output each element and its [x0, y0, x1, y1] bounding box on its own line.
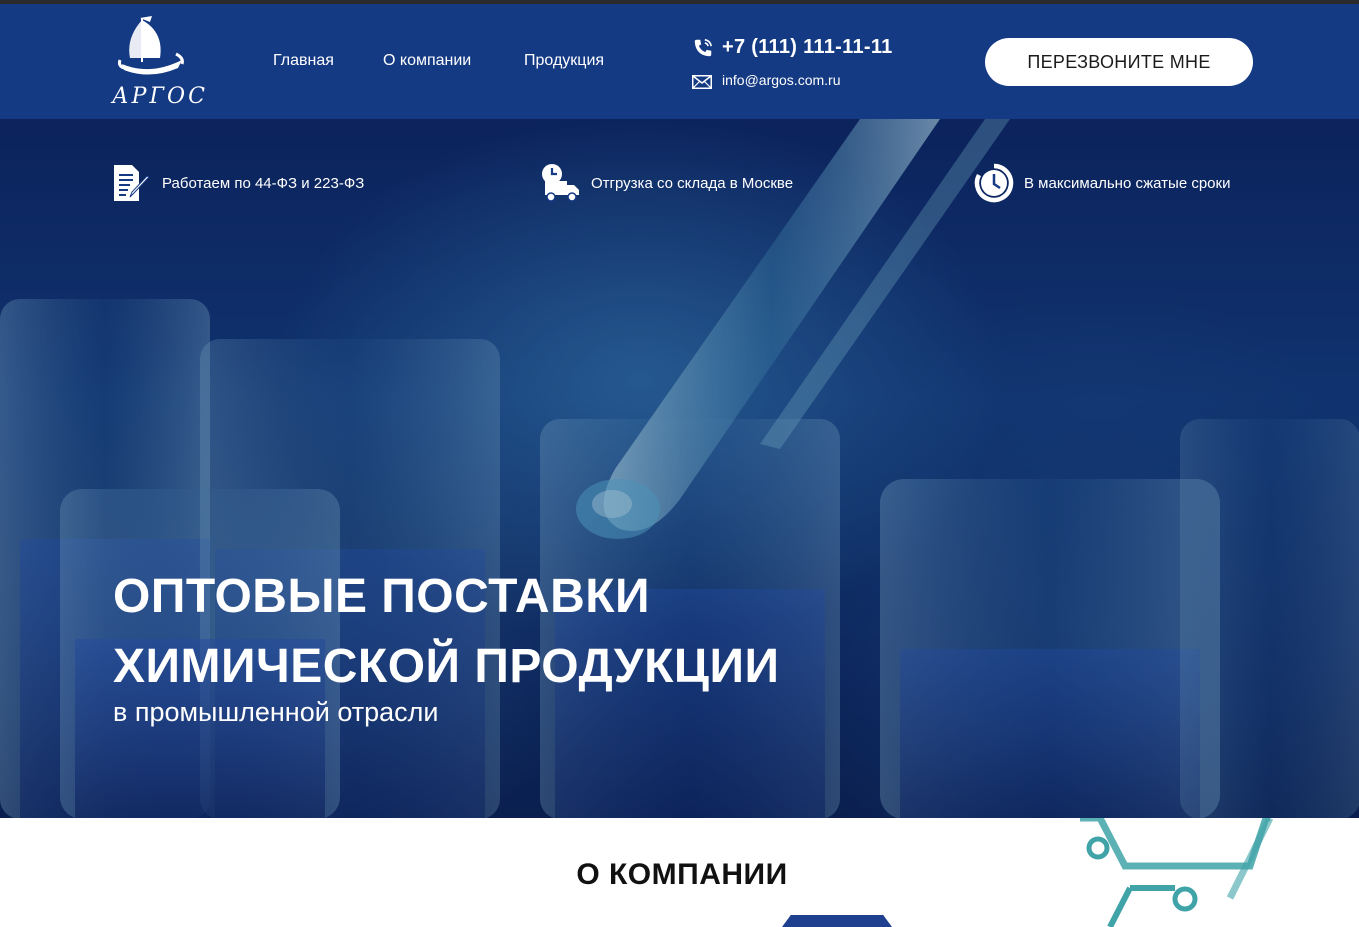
hero-subtitle: в промышленной отрасли	[113, 697, 439, 727]
phone-link[interactable]: +7 (111) 111-11-11	[722, 36, 893, 59]
feature-text-speed: В максимально сжатые сроки	[1024, 174, 1231, 192]
mail-icon	[692, 75, 712, 89]
about-accent-tab	[782, 915, 892, 927]
nav-about[interactable]: О компании	[383, 52, 471, 70]
email-link[interactable]: info@argos.com.ru	[722, 72, 840, 88]
nav-products[interactable]: Продукция	[524, 52, 604, 70]
feature-item-speed: В максимально сжатые сроки	[974, 161, 1230, 205]
callback-button[interactable]: ПЕРЕЗВОНИТЕ МНЕ	[985, 38, 1253, 86]
feature-item-delivery: Отгрузка со склада в Москве	[541, 161, 793, 205]
about-section: О КОМПАНИИ	[0, 818, 1359, 927]
argos-logo[interactable]: АРГОС	[112, 14, 208, 112]
document-edit-icon	[114, 165, 150, 201]
nav-home[interactable]: Главная	[273, 52, 334, 70]
site-header: АРГОС Главная О компании Продукция +7 (1…	[0, 4, 1359, 119]
feature-text-delivery: Отгрузка со склада в Москве	[591, 174, 794, 192]
hero-title-line-1: ОПТОВЫЕ ПОСТАВКИ	[113, 570, 651, 623]
hero-banner: Работаем по 44-ФЗ и 223-ФЗ Отгрузка со с…	[0, 119, 1359, 818]
feature-item-law: Работаем по 44-ФЗ и 223-ФЗ	[112, 161, 364, 205]
clock-icon	[974, 163, 1014, 203]
logo-wordmark: АРГОС	[112, 84, 208, 109]
hero-title: ОПТОВЫЕ ПОСТАВКИ ХИМИЧЕСКОЙ ПРОДУКЦИИ	[113, 562, 779, 702]
feature-text-law: Работаем по 44-ФЗ и 223-ФЗ	[162, 174, 365, 192]
phone-icon	[694, 38, 713, 57]
ship-icon	[118, 16, 184, 75]
hero-title-line-2: ХИМИЧЕСКОЙ ПРОДУКЦИИ	[113, 640, 780, 693]
circuit-decoration	[1080, 818, 1274, 927]
delivery-truck-icon	[542, 164, 579, 202]
